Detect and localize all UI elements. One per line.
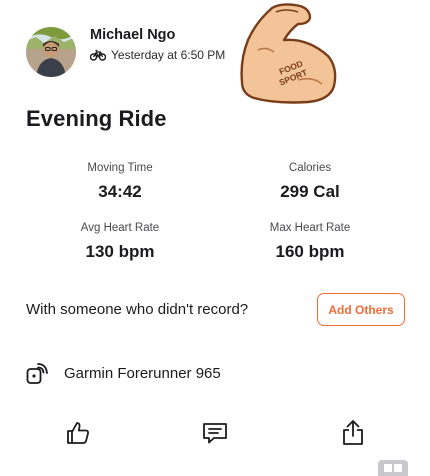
comment-button[interactable] — [200, 418, 230, 448]
comment-icon — [203, 423, 227, 444]
stat-value: 34:42 — [98, 182, 142, 201]
activity-meta: Yesterday at 6:50 PM — [90, 48, 225, 62]
stat-moving-time: Moving Time 34:42 — [30, 162, 210, 202]
device-name: Garmin Forerunner 965 — [64, 364, 221, 382]
share-icon — [343, 420, 363, 445]
kudos-button[interactable] — [63, 418, 93, 448]
tag-others-prompt: With someone who didn't record? — [26, 301, 249, 318]
activity-title[interactable]: Evening Ride — [26, 106, 167, 132]
watch-sync-icon — [26, 363, 48, 384]
stat-label: Avg Heart Rate — [80, 222, 160, 234]
tag-others-row: With someone who didn't record? Add Othe… — [26, 293, 406, 327]
stat-label: Moving Time — [87, 162, 153, 174]
share-button[interactable] — [338, 418, 368, 448]
stat-value: 299 Cal — [280, 182, 340, 201]
action-bar — [0, 418, 430, 450]
overlay-toggle-icon[interactable] — [378, 460, 408, 476]
athlete-name[interactable]: Michael Ngo — [90, 27, 175, 43]
stat-calories: Calories 299 Cal — [220, 162, 400, 202]
activity-timestamp: Yesterday at 6:50 PM — [111, 48, 226, 62]
activity-header: Michael Ngo Yesterday at 6:50 PM — [26, 26, 406, 82]
stat-max-heart-rate: Max Heart Rate 160 bpm — [220, 222, 400, 262]
bicycle-icon — [90, 49, 106, 61]
stat-label: Calories — [288, 162, 332, 174]
add-others-button[interactable]: Add Others — [317, 293, 405, 326]
stat-label: Max Heart Rate — [269, 222, 351, 234]
stat-avg-heart-rate: Avg Heart Rate 130 bpm — [30, 222, 210, 262]
thumbs-up-icon — [67, 422, 89, 444]
stat-value: 130 bpm — [85, 242, 155, 261]
stat-value: 160 bpm — [275, 242, 345, 261]
athlete-avatar[interactable] — [26, 27, 76, 77]
food-sport-sticker: FOOD SPORT — [240, 3, 337, 104]
device-row[interactable]: Garmin Forerunner 965 — [26, 361, 221, 385]
